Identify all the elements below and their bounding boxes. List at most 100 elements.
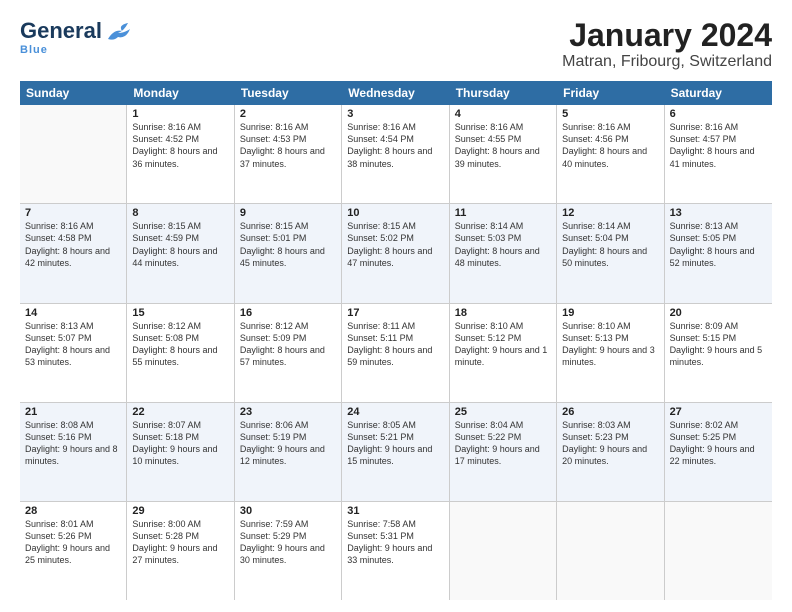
calendar-cell: 11Sunrise: 8:14 AM Sunset: 5:03 PM Dayli…	[450, 204, 557, 302]
day-info: Sunrise: 8:11 AM Sunset: 5:11 PM Dayligh…	[347, 320, 443, 369]
day-number: 14	[25, 307, 121, 319]
day-info: Sunrise: 8:01 AM Sunset: 5:26 PM Dayligh…	[25, 518, 121, 567]
calendar-week-3: 14Sunrise: 8:13 AM Sunset: 5:07 PM Dayli…	[20, 304, 772, 403]
calendar-cell: 19Sunrise: 8:10 AM Sunset: 5:13 PM Dayli…	[557, 304, 664, 402]
day-info: Sunrise: 8:15 AM Sunset: 5:02 PM Dayligh…	[347, 220, 443, 269]
calendar-cell: 25Sunrise: 8:04 AM Sunset: 5:22 PM Dayli…	[450, 403, 557, 501]
day-number: 20	[670, 307, 767, 319]
header-friday: Friday	[557, 81, 664, 105]
day-number: 29	[132, 505, 228, 517]
day-number: 22	[132, 406, 228, 418]
calendar-cell: 3Sunrise: 8:16 AM Sunset: 4:54 PM Daylig…	[342, 105, 449, 203]
day-number: 11	[455, 207, 551, 219]
calendar-cell	[450, 502, 557, 600]
calendar-cell: 10Sunrise: 8:15 AM Sunset: 5:02 PM Dayli…	[342, 204, 449, 302]
day-info: Sunrise: 8:10 AM Sunset: 5:13 PM Dayligh…	[562, 320, 658, 369]
day-info: Sunrise: 8:04 AM Sunset: 5:22 PM Dayligh…	[455, 419, 551, 468]
header-wednesday: Wednesday	[342, 81, 449, 105]
header: General Blue January 2024 Matran, Fribou…	[20, 18, 772, 71]
calendar-cell: 28Sunrise: 8:01 AM Sunset: 5:26 PM Dayli…	[20, 502, 127, 600]
calendar-cell: 18Sunrise: 8:10 AM Sunset: 5:12 PM Dayli…	[450, 304, 557, 402]
day-info: Sunrise: 8:08 AM Sunset: 5:16 PM Dayligh…	[25, 419, 121, 468]
day-info: Sunrise: 8:16 AM Sunset: 4:53 PM Dayligh…	[240, 121, 336, 170]
day-info: Sunrise: 8:12 AM Sunset: 5:09 PM Dayligh…	[240, 320, 336, 369]
day-number: 13	[670, 207, 767, 219]
day-info: Sunrise: 8:02 AM Sunset: 5:25 PM Dayligh…	[670, 419, 767, 468]
calendar-cell: 5Sunrise: 8:16 AM Sunset: 4:56 PM Daylig…	[557, 105, 664, 203]
calendar-cell: 9Sunrise: 8:15 AM Sunset: 5:01 PM Daylig…	[235, 204, 342, 302]
header-monday: Monday	[127, 81, 234, 105]
day-info: Sunrise: 8:16 AM Sunset: 4:57 PM Dayligh…	[670, 121, 767, 170]
day-number: 21	[25, 406, 121, 418]
calendar-week-5: 28Sunrise: 8:01 AM Sunset: 5:26 PM Dayli…	[20, 502, 772, 600]
day-number: 5	[562, 108, 658, 120]
calendar-cell: 17Sunrise: 8:11 AM Sunset: 5:11 PM Dayli…	[342, 304, 449, 402]
day-number: 2	[240, 108, 336, 120]
day-number: 3	[347, 108, 443, 120]
day-number: 27	[670, 406, 767, 418]
day-info: Sunrise: 7:58 AM Sunset: 5:31 PM Dayligh…	[347, 518, 443, 567]
day-number: 9	[240, 207, 336, 219]
day-number: 19	[562, 307, 658, 319]
day-info: Sunrise: 8:14 AM Sunset: 5:04 PM Dayligh…	[562, 220, 658, 269]
day-number: 18	[455, 307, 551, 319]
day-info: Sunrise: 8:16 AM Sunset: 4:55 PM Dayligh…	[455, 121, 551, 170]
calendar-cell: 6Sunrise: 8:16 AM Sunset: 4:57 PM Daylig…	[665, 105, 772, 203]
day-number: 23	[240, 406, 336, 418]
calendar-cell: 30Sunrise: 7:59 AM Sunset: 5:29 PM Dayli…	[235, 502, 342, 600]
day-info: Sunrise: 8:16 AM Sunset: 4:54 PM Dayligh…	[347, 121, 443, 170]
calendar-week-1: 1Sunrise: 8:16 AM Sunset: 4:52 PM Daylig…	[20, 105, 772, 204]
day-number: 26	[562, 406, 658, 418]
calendar-cell: 23Sunrise: 8:06 AM Sunset: 5:19 PM Dayli…	[235, 403, 342, 501]
day-number: 28	[25, 505, 121, 517]
day-number: 25	[455, 406, 551, 418]
day-number: 16	[240, 307, 336, 319]
calendar-cell: 26Sunrise: 8:03 AM Sunset: 5:23 PM Dayli…	[557, 403, 664, 501]
calendar-cell: 27Sunrise: 8:02 AM Sunset: 5:25 PM Dayli…	[665, 403, 772, 501]
day-number: 6	[670, 108, 767, 120]
day-info: Sunrise: 8:15 AM Sunset: 4:59 PM Dayligh…	[132, 220, 228, 269]
day-info: Sunrise: 8:03 AM Sunset: 5:23 PM Dayligh…	[562, 419, 658, 468]
header-sunday: Sunday	[20, 81, 127, 105]
calendar-cell: 7Sunrise: 8:16 AM Sunset: 4:58 PM Daylig…	[20, 204, 127, 302]
calendar-cell: 16Sunrise: 8:12 AM Sunset: 5:09 PM Dayli…	[235, 304, 342, 402]
day-info: Sunrise: 8:09 AM Sunset: 5:15 PM Dayligh…	[670, 320, 767, 369]
day-number: 10	[347, 207, 443, 219]
calendar-cell: 8Sunrise: 8:15 AM Sunset: 4:59 PM Daylig…	[127, 204, 234, 302]
calendar-cell: 24Sunrise: 8:05 AM Sunset: 5:21 PM Dayli…	[342, 403, 449, 501]
day-number: 31	[347, 505, 443, 517]
day-number: 7	[25, 207, 121, 219]
day-number: 4	[455, 108, 551, 120]
day-info: Sunrise: 8:13 AM Sunset: 5:07 PM Dayligh…	[25, 320, 121, 369]
day-number: 30	[240, 505, 336, 517]
calendar-cell: 1Sunrise: 8:16 AM Sunset: 4:52 PM Daylig…	[127, 105, 234, 203]
calendar-header: Sunday Monday Tuesday Wednesday Thursday…	[20, 81, 772, 105]
calendar-cell: 29Sunrise: 8:00 AM Sunset: 5:28 PM Dayli…	[127, 502, 234, 600]
page-subtitle: Matran, Fribourg, Switzerland	[562, 53, 772, 71]
day-info: Sunrise: 8:13 AM Sunset: 5:05 PM Dayligh…	[670, 220, 767, 269]
calendar-week-2: 7Sunrise: 8:16 AM Sunset: 4:58 PM Daylig…	[20, 204, 772, 303]
day-number: 12	[562, 207, 658, 219]
calendar-cell: 13Sunrise: 8:13 AM Sunset: 5:05 PM Dayli…	[665, 204, 772, 302]
logo: General Blue	[20, 18, 132, 56]
day-number: 15	[132, 307, 228, 319]
calendar-cell: 22Sunrise: 8:07 AM Sunset: 5:18 PM Dayli…	[127, 403, 234, 501]
logo-blue-label: Blue	[20, 44, 132, 56]
day-info: Sunrise: 8:15 AM Sunset: 5:01 PM Dayligh…	[240, 220, 336, 269]
day-info: Sunrise: 8:14 AM Sunset: 5:03 PM Dayligh…	[455, 220, 551, 269]
day-info: Sunrise: 8:12 AM Sunset: 5:08 PM Dayligh…	[132, 320, 228, 369]
day-number: 8	[132, 207, 228, 219]
day-info: Sunrise: 8:16 AM Sunset: 4:58 PM Dayligh…	[25, 220, 121, 269]
calendar-cell: 21Sunrise: 8:08 AM Sunset: 5:16 PM Dayli…	[20, 403, 127, 501]
calendar-cell	[20, 105, 127, 203]
logo-general: General	[20, 18, 102, 44]
header-tuesday: Tuesday	[235, 81, 342, 105]
calendar-cell: 15Sunrise: 8:12 AM Sunset: 5:08 PM Dayli…	[127, 304, 234, 402]
header-thursday: Thursday	[450, 81, 557, 105]
day-number: 24	[347, 406, 443, 418]
calendar-cell: 2Sunrise: 8:16 AM Sunset: 4:53 PM Daylig…	[235, 105, 342, 203]
page-title: January 2024	[562, 18, 772, 53]
day-info: Sunrise: 8:07 AM Sunset: 5:18 PM Dayligh…	[132, 419, 228, 468]
calendar-cell: 12Sunrise: 8:14 AM Sunset: 5:04 PM Dayli…	[557, 204, 664, 302]
calendar-body: 1Sunrise: 8:16 AM Sunset: 4:52 PM Daylig…	[20, 105, 772, 600]
